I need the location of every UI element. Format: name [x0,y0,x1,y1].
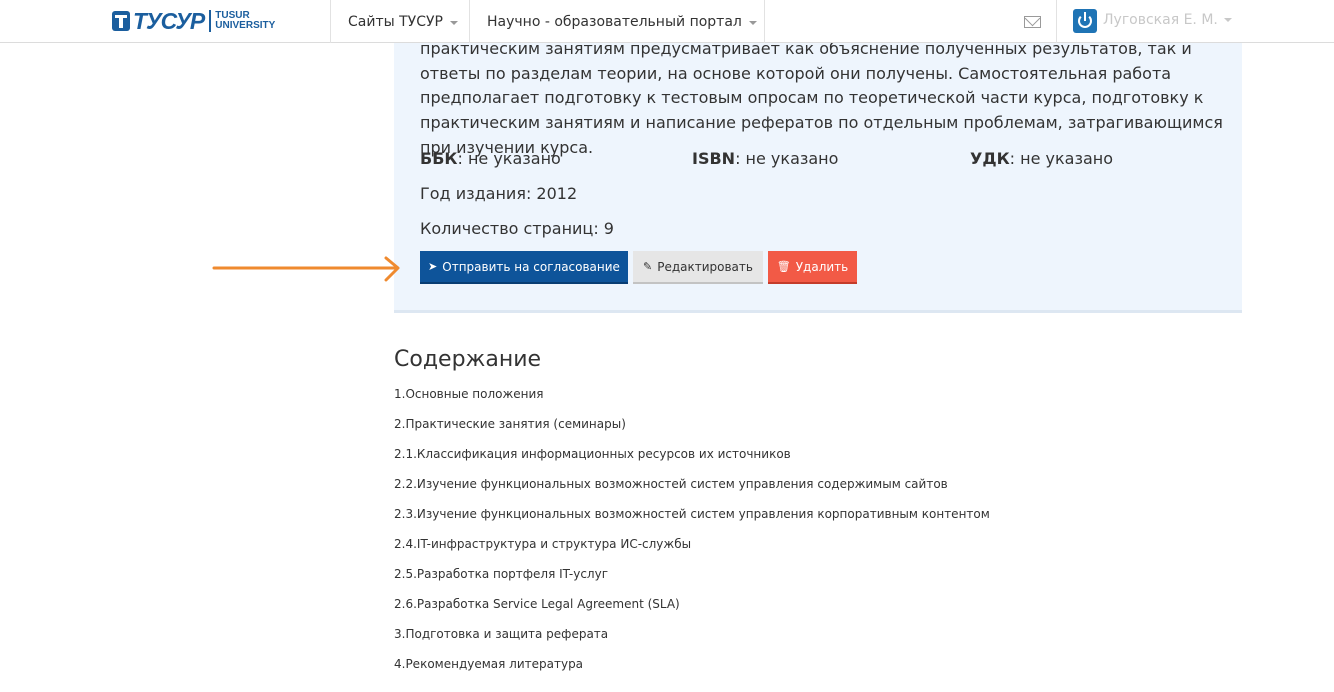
contents-item[interactable]: 2.4.IT-инфраструктура и структура ИС-слу… [394,537,990,567]
contents-item[interactable]: 2.5.Разработка портфеля IT-услуг [394,567,990,597]
bbk-field: ББК: не указано [420,149,561,168]
tusur-logo-mark-icon [112,11,130,31]
edit-button[interactable]: ✎ Редактировать [633,251,763,284]
contents-item[interactable]: 4.Рекомендуемая литература [394,657,990,687]
logo-subtitle: TUSUR UNIVERSITY [215,11,275,31]
portal-dropdown[interactable]: Научно - образовательный портал [469,0,765,43]
tusur-logo[interactable]: ТУСУР TUSUR UNIVERSITY [112,8,275,34]
annotation-arrow-icon [212,256,400,282]
user-menu[interactable]: Луговская Е. М. [1056,0,1334,43]
udk-field: УДК: не указано [970,149,1113,168]
send-icon: ➤ [428,260,438,273]
contents-item[interactable]: 2.Практические занятия (семинары) [394,417,990,447]
contents-item[interactable]: 1.Основные положения [394,387,990,417]
user-name[interactable]: Луговская Е. М. [1103,12,1232,28]
contents-item[interactable]: 3.Подготовка и защита реферата [394,627,990,657]
send-for-approval-label: Отправить на согласование [442,259,620,274]
page-count: Количество страниц: 9 [420,219,614,238]
udk-value: : не указано [1009,149,1114,168]
top-navbar: ТУСУР TUSUR UNIVERSITY Сайты ТУСУР Научн… [0,0,1334,43]
contents-item[interactable]: 2.1.Классификация информационных ресурсо… [394,447,990,477]
contents-item[interactable]: 2.6.Разработка Service Legal Agreement (… [394,597,990,627]
publication-year: Год издания: 2012 [420,184,578,203]
isbn-label: ISBN [692,149,736,168]
delete-button[interactable]: 🗑 Удалить [768,251,857,284]
edit-label: Редактировать [657,259,753,274]
chevron-down-icon [748,20,757,25]
contents-item[interactable]: 2.2.Изучение функциональных возможностей… [394,477,990,507]
logo-wordmark: ТУСУР [133,8,205,34]
pencil-icon: ✎ [643,260,653,273]
udk-label: УДК [970,149,1010,168]
send-for-approval-button[interactable]: ➤ Отправить на согласование [420,251,628,284]
chevron-down-icon [1223,18,1232,22]
panel-divider [394,310,1242,313]
portal-dropdown-label: Научно - образовательный портал [487,13,742,30]
mail-icon[interactable] [1024,16,1041,28]
contents-list: 1.Основные положения 2.Практические заня… [394,387,990,687]
sites-dropdown-label: Сайты ТУСУР [348,13,443,30]
delete-label: Удалить [795,259,849,274]
trash-icon: 🗑 [776,260,791,273]
logo-subtitle-line2: UNIVERSITY [215,20,276,31]
bbk-value: : не указано [457,149,561,168]
sites-dropdown[interactable]: Сайты ТУСУР [330,0,470,43]
logo-separator [209,10,212,32]
contents-heading: Содержание [394,347,542,372]
user-name-text: Луговская Е. М. [1103,12,1218,28]
power-icon[interactable] [1073,9,1097,33]
isbn-field: ISBN: не указано [692,149,838,168]
publication-description: практическим занятиям предусматривает ка… [420,39,1223,157]
bbk-label: ББК [420,149,458,168]
chevron-down-icon [449,20,458,25]
isbn-value: : не указано [735,149,839,168]
contents-item[interactable]: 2.3.Изучение функциональных возможностей… [394,507,990,537]
